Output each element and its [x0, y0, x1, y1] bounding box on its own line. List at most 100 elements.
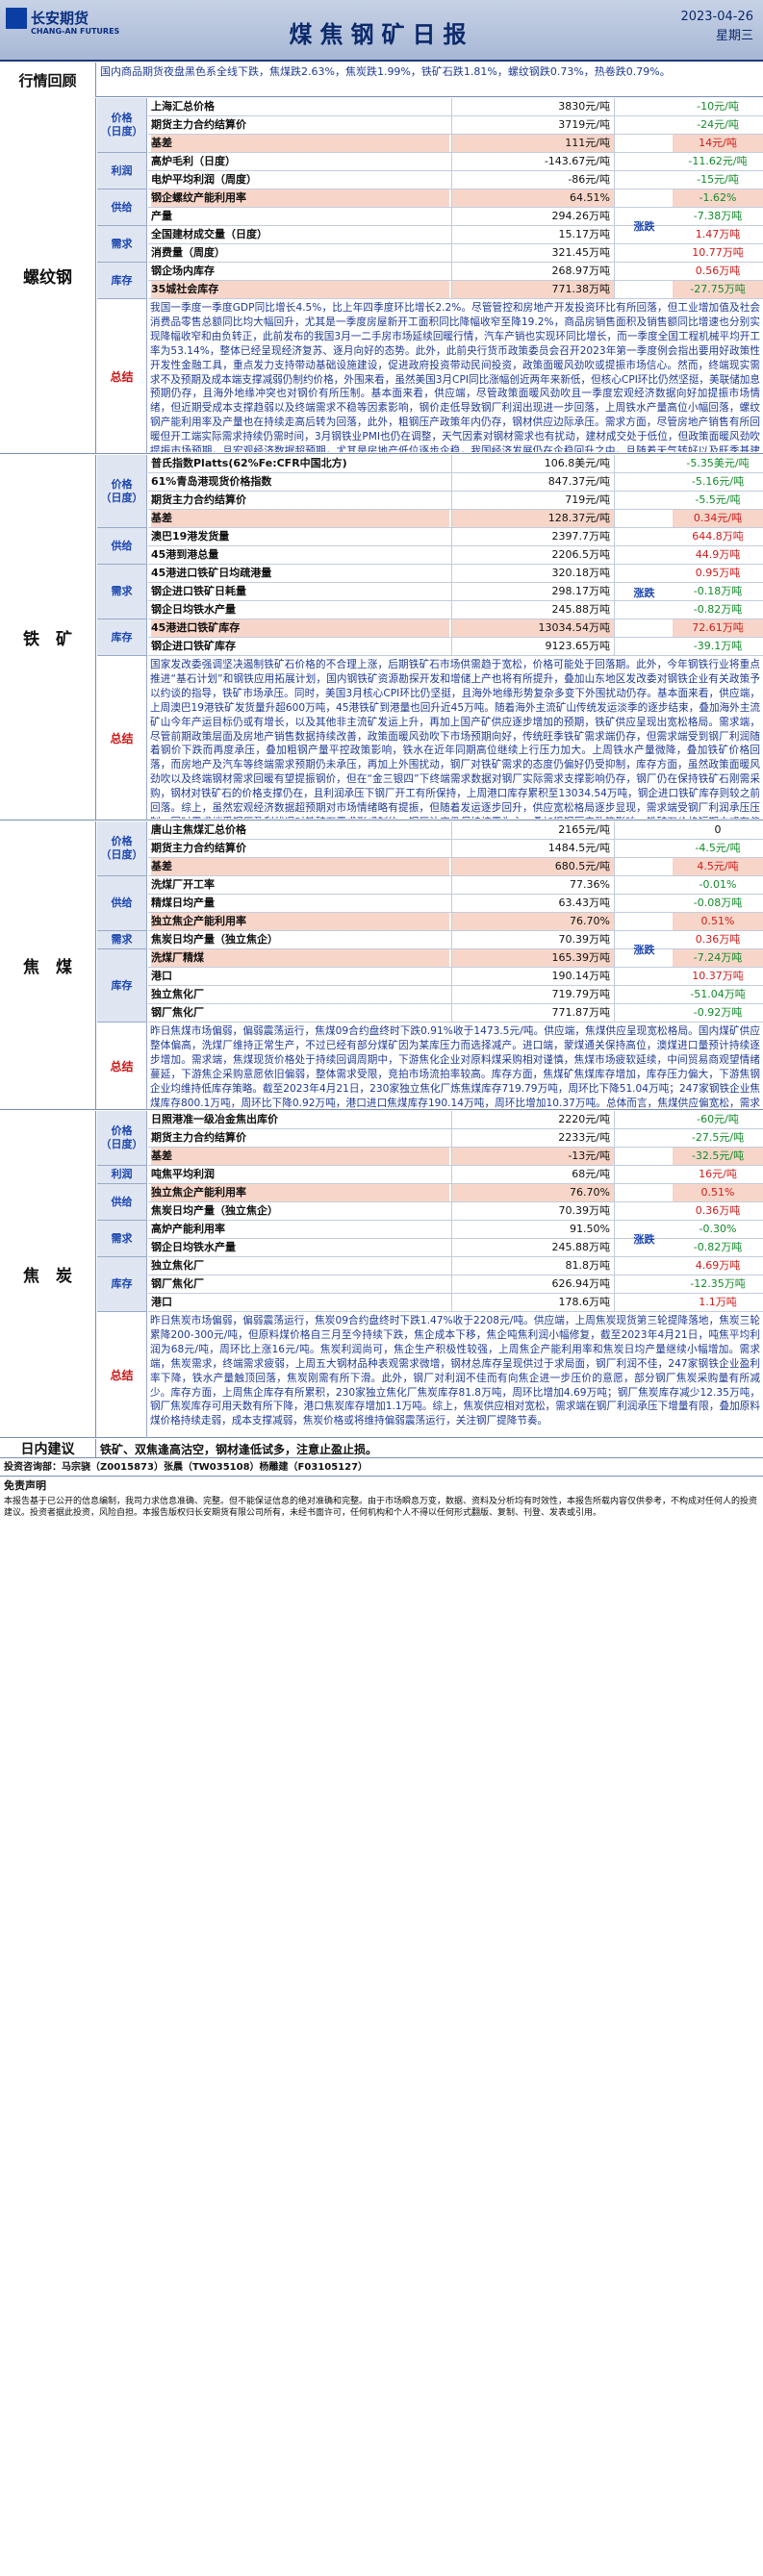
metric-change: -39.1万吨 — [693, 640, 743, 652]
category-label: 价格 （日度） — [97, 821, 147, 876]
metric-name: 期货主力合约结算价 — [151, 118, 246, 131]
table-row: 上海汇总价格 3830元/吨 -10元/吨 — [148, 98, 763, 116]
metric-change: -0.30% — [699, 1223, 737, 1235]
metric-change: 0 — [714, 823, 722, 836]
table-row: 期货主力合约结算价 1484.5元/吨 -4.5元/吨 — [148, 840, 763, 858]
metric-change: 0.51% — [673, 1184, 763, 1201]
metric-name: 独立焦化厂 — [151, 988, 204, 1000]
metric-change: -12.35万吨 — [690, 1277, 746, 1290]
metric-change: 4.69万吨 — [695, 1259, 741, 1272]
report-date-block: 2023-04-26 星期三 — [680, 8, 753, 46]
metric-value: 2233元/吨 — [451, 1129, 615, 1147]
metric-value: 719.79万吨 — [451, 986, 615, 1003]
metric-name: 独立焦企产能利用率 — [151, 913, 449, 930]
table-row: 唐山主焦煤汇总价格 2165元/吨 0 — [148, 821, 763, 840]
section-name: 焦 煤 — [0, 821, 96, 1109]
metric-change: -5.5元/吨 — [695, 493, 741, 506]
metric-change: -27.5元/吨 — [691, 1131, 745, 1144]
table-row: 期货主力合约结算价 2233元/吨 -27.5元/吨 — [148, 1129, 763, 1148]
table-row: 期货主力合约结算价 719元/吨 -5.5元/吨 — [148, 492, 763, 510]
metric-value: 1484.5元/吨 — [451, 840, 615, 857]
metric-change: -0.82万吨 — [693, 1241, 743, 1253]
metric-name: 消费量（周度） — [151, 246, 225, 259]
category-label: 库存 — [97, 619, 147, 656]
metric-value: 268.97万吨 — [451, 263, 615, 280]
metric-change: 10.77万吨 — [692, 246, 744, 259]
metric-value: 63.43万吨 — [451, 895, 615, 912]
metric-name: 电炉平均利润（周度） — [151, 173, 257, 186]
summary-text: 昨日焦炭市场偏弱，偏弱震荡运行，焦炭09合约盘终时下跌1.47%收于2208元/… — [150, 1315, 760, 1427]
metric-value: 320.18万吨 — [451, 565, 615, 582]
metric-value: 3830元/吨 — [451, 98, 615, 115]
metric-value: 321.45万吨 — [451, 244, 615, 262]
category-label: 价格 （日度） — [97, 1111, 147, 1166]
metric-change: 72.61万吨 — [673, 619, 763, 637]
report-date: 2023-04-26 — [680, 10, 753, 24]
table-row: 日照港准一级冶金焦出库价 2220元/吨 -60元/吨 — [148, 1111, 763, 1129]
metric-change: -32.5元/吨 — [673, 1148, 763, 1165]
metric-value: 245.88万吨 — [451, 1239, 615, 1256]
summary-text: 我国一季度一季度GDP同比增长4.5%，比上年四季度环比增长2.2%。尽管管控和… — [150, 302, 760, 452]
metric-change: -11.62元/吨 — [688, 155, 748, 167]
metric-name: 普氏指数Platts(62%Fe:CFR中国北方) — [151, 457, 347, 469]
metric-name: 独立焦化厂 — [151, 1259, 204, 1272]
metric-name: 钢厂焦化厂 — [151, 1006, 204, 1019]
table-row: 基差 -13元/吨 -32.5元/吨 — [148, 1148, 763, 1166]
summary-label: 总结 — [97, 299, 147, 454]
metric-change: 0.36万吨 — [695, 1204, 741, 1217]
metric-value: 190.14万吨 — [451, 968, 615, 985]
contact-line: 投资咨询部：马宗骁（Z0015873）张晨（TW035108）杨雕建（F0310… — [0, 1459, 763, 1477]
metric-change: -7.38万吨 — [693, 210, 743, 222]
summary-text: 昨日焦煤市场偏弱，偏弱震荡运行，焦煤09合约盘终时下跌0.91%收于1473.5… — [150, 1025, 760, 1108]
category-label: 价格 （日度） — [97, 98, 147, 153]
metric-name: 钢企螺纹产能利用率 — [151, 189, 449, 207]
metric-change: 1.1万吨 — [699, 1296, 737, 1308]
metric-change: 16元/吨 — [699, 1168, 737, 1180]
metric-value: 294.26万吨 — [451, 208, 615, 225]
change-column-label: 涨跌 — [633, 944, 655, 956]
metric-value: 70.39万吨 — [451, 1202, 615, 1220]
metric-change: -0.92万吨 — [693, 1006, 743, 1019]
metric-value: 106.8美元/吨 — [451, 455, 615, 472]
metric-value: 771.87万吨 — [451, 1004, 615, 1022]
summary-text: 国家发改委强调坚决遏制铁矿石价格的不合理上涨，后期铁矿石市场供需趋于宽松，价格可… — [150, 659, 760, 819]
metric-name: 日照港准一级冶金焦出库价 — [151, 1113, 278, 1125]
metric-value: 165.39万吨 — [451, 949, 615, 967]
metric-value: 2165元/吨 — [451, 821, 615, 839]
category-label: 供给 — [97, 1184, 147, 1221]
category-label: 库存 — [97, 263, 147, 299]
metric-name: 基差 — [151, 1148, 449, 1165]
metric-change: 644.8万吨 — [692, 530, 744, 543]
table-row: 基差 128.37元/吨 0.34元/吨 — [148, 510, 763, 528]
metric-value: -86元/吨 — [451, 171, 615, 189]
metric-change: 4.5元/吨 — [673, 858, 763, 875]
summary-label: 总结 — [97, 1023, 147, 1110]
section-name: 铁 矿 — [0, 455, 96, 820]
metric-change: -60元/吨 — [697, 1113, 739, 1125]
category-label: 供给 — [97, 876, 147, 931]
category-label: 价格 （日度） — [97, 455, 147, 528]
category-label: 需求 — [97, 1221, 147, 1257]
metric-change: -10元/吨 — [697, 100, 739, 113]
metric-name: 期货主力合约结算价 — [151, 842, 246, 854]
metric-name: 钢企日均铁水产量 — [151, 1241, 236, 1253]
metric-value: 68元/吨 — [451, 1166, 615, 1183]
metric-change: 44.9万吨 — [695, 548, 741, 561]
report-title: 煤焦钢矿日报 — [289, 20, 474, 48]
metric-change: 10.37万吨 — [692, 970, 744, 982]
metric-change: 14元/吨 — [673, 135, 763, 152]
metric-change: -5.16元/吨 — [691, 475, 745, 488]
category-label: 需求 — [97, 226, 147, 263]
market-review-text: 国内商品期货夜盘黑色系全线下跌，焦煤跌2.63%，焦炭跌1.99%，铁矿石跌1.… — [100, 65, 671, 78]
metric-name: 钢企场内库存 — [151, 265, 215, 277]
metric-name: 钢企进口铁矿库存 — [151, 640, 236, 652]
metric-name: 基差 — [151, 510, 449, 527]
metric-name: 高炉产能利用率 — [151, 1223, 225, 1235]
metric-change: -15元/吨 — [697, 173, 739, 186]
metric-value: 847.37元/吨 — [451, 473, 615, 491]
metric-name: 45港进口铁矿日均疏港量 — [151, 567, 272, 579]
section-2: 焦 煤价格 （日度） 供给 需求 库存 唐山主焦煤汇总价格 2165元/吨 0 期货主力合约结… — [0, 821, 763, 1110]
metric-value: 9123.65万吨 — [451, 638, 615, 655]
section-1: 铁 矿价格 （日度） 供给 需求 库存 普氏指数Platts(62%Fe:CFR中国北方… — [0, 455, 763, 821]
metric-change: -0.82万吨 — [693, 603, 743, 616]
